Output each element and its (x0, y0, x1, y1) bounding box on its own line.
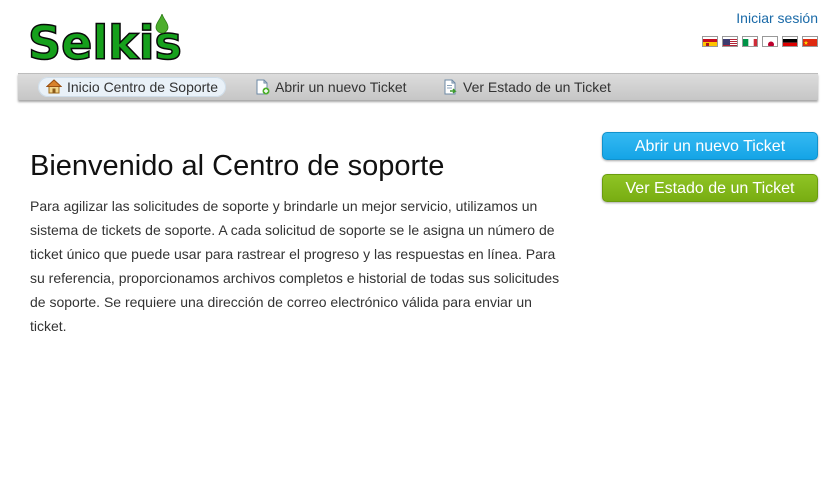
intro-text: Para agilizar las solicitudes de soporte… (30, 198, 560, 334)
drop-icon (155, 14, 169, 34)
check-ticket-status-button[interactable]: Ver Estado de un Ticket (602, 174, 818, 202)
page-title: Bienvenido al Centro de soporte (30, 150, 445, 182)
germany-flag-icon[interactable] (782, 36, 798, 47)
language-selector (702, 36, 818, 47)
japan-flag-icon[interactable] (762, 36, 778, 47)
ticket-status-icon (442, 79, 458, 95)
nav-item-label: Ver Estado de un Ticket (463, 79, 611, 95)
nav-item-label: Inicio Centro de Soporte (67, 79, 218, 95)
china-flag-icon[interactable] (802, 36, 818, 47)
main-navigation: Inicio Centro de Soporte Abrir un nuevo … (18, 73, 818, 100)
spain-flag-icon[interactable] (702, 36, 718, 47)
nav-item-new-ticket[interactable]: Abrir un nuevo Ticket (246, 77, 415, 97)
nav-item-home[interactable]: Inicio Centro de Soporte (38, 77, 226, 97)
new-ticket-icon (254, 79, 270, 95)
nav-item-ticket-status[interactable]: Ver Estado de un Ticket (434, 77, 619, 97)
header: Selkis Iniciar sesión (0, 0, 837, 72)
italy-flag-icon[interactable] (742, 36, 758, 47)
signin-link[interactable]: Iniciar sesión (736, 10, 818, 26)
home-icon (45, 79, 63, 95)
selkis-logo[interactable]: Selkis (27, 14, 210, 69)
open-ticket-button[interactable]: Abrir un nuevo Ticket (602, 132, 818, 160)
nav-item-label: Abrir un nuevo Ticket (275, 79, 407, 95)
us-flag-icon[interactable] (722, 36, 738, 47)
